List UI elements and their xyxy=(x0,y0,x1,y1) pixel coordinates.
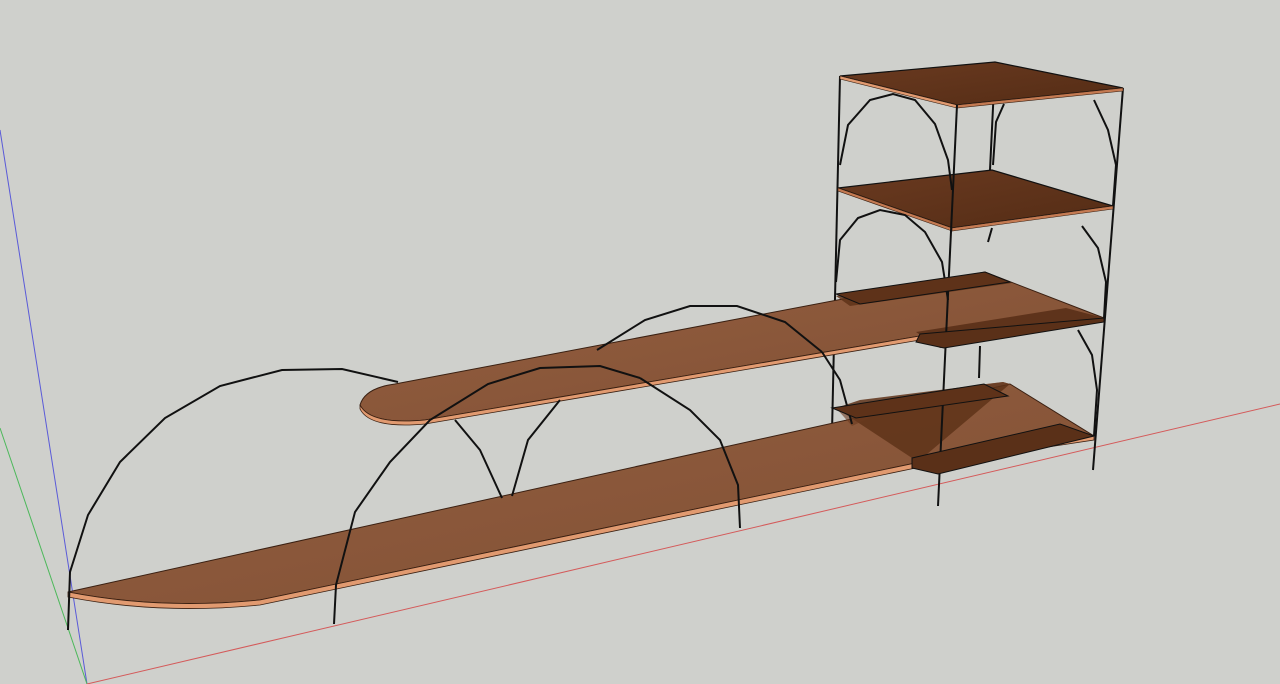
red-axis-line xyxy=(86,403,1280,684)
3d-scene[interactable] xyxy=(0,0,1280,684)
tower-second-shelf[interactable] xyxy=(837,169,1114,232)
blue-axis-line xyxy=(0,129,88,684)
long-lower-shelf[interactable] xyxy=(67,382,1096,609)
tower-top-shelf[interactable] xyxy=(839,61,1124,109)
modeling-viewport[interactable] xyxy=(0,0,1280,684)
green-axis-line xyxy=(0,427,88,684)
